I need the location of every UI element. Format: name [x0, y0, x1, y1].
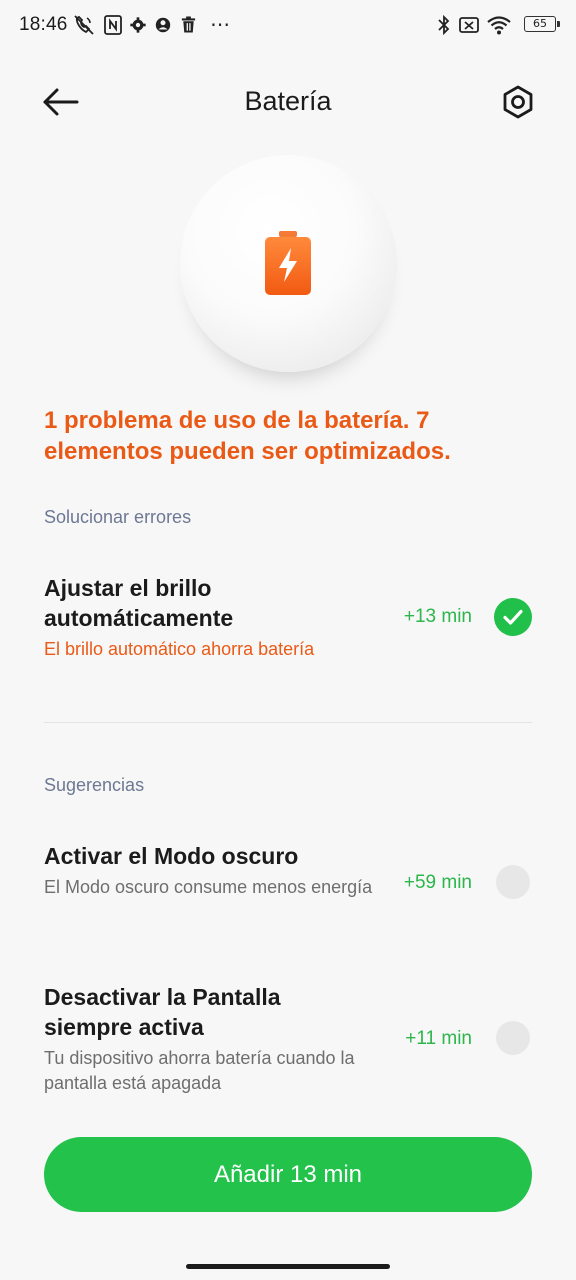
status-bar: 18:46 ⋯ 65 [0, 0, 576, 52]
no-sim-icon [459, 17, 479, 33]
fix-item-gain: +13 min [403, 606, 472, 627]
battery-icon: 65 [524, 16, 560, 32]
call-muted-icon [74, 15, 94, 35]
battery-charging-icon [265, 231, 311, 295]
suggestion-item-checkbox[interactable] [496, 865, 530, 899]
page-title: Batería [244, 86, 332, 116]
suggestion-item-subtitle: El Modo oscuro consume menos energía [44, 877, 373, 897]
section-label-suggestions: Sugerencias [44, 775, 145, 795]
fix-item-checkbox[interactable] [494, 598, 532, 636]
section-label-fix-errors: Solucionar errores [44, 507, 192, 527]
suggestion-item-gain: +11 min [405, 1028, 472, 1049]
home-indicator[interactable] [186, 1264, 390, 1269]
more-notifications-indicator: ⋯ [210, 14, 231, 36]
fix-item-auto-brightness[interactable]: Ajustar el brillo automáticamente El bri… [44, 573, 532, 662]
suggestion-item-title: Activar el Modo oscuro [44, 843, 299, 869]
battery-status-orb [180, 155, 397, 372]
suggestion-item-dark-mode[interactable]: Activar el Modo oscuro El Modo oscuro co… [44, 841, 532, 900]
battery-issue-summary: 1 problema de uso de la batería. 7 eleme… [44, 407, 451, 465]
suggestion-item-checkbox[interactable] [496, 1021, 530, 1055]
section-divider [44, 722, 532, 723]
checkmark-icon [503, 609, 523, 625]
suggestion-item-gain: +59 min [403, 872, 472, 893]
nfc-icon [104, 15, 122, 35]
add-time-button[interactable]: Añadir 13 min [44, 1137, 532, 1212]
status-time: 18:46 [19, 14, 68, 35]
settings-hex-icon [503, 85, 533, 119]
app-header: Batería [0, 72, 576, 132]
fix-item-subtitle: El brillo automático ahorra batería [44, 639, 315, 659]
wifi-icon [487, 16, 511, 35]
settings-button[interactable] [498, 82, 538, 122]
suggestion-item-always-on-display[interactable]: Desactivar la Pantalla siempre activa Tu… [44, 982, 532, 1096]
bluetooth-icon [438, 14, 450, 36]
gear-icon [130, 17, 146, 33]
suggestion-item-subtitle: Tu dispositivo ahorra batería cuando la … [44, 1048, 355, 1093]
account-icon [155, 17, 171, 33]
trash-icon [181, 16, 196, 33]
fix-item-title: Ajustar el brillo automáticamente [44, 575, 234, 631]
suggestion-item-title: Desactivar la Pantalla siempre activa [44, 984, 281, 1040]
